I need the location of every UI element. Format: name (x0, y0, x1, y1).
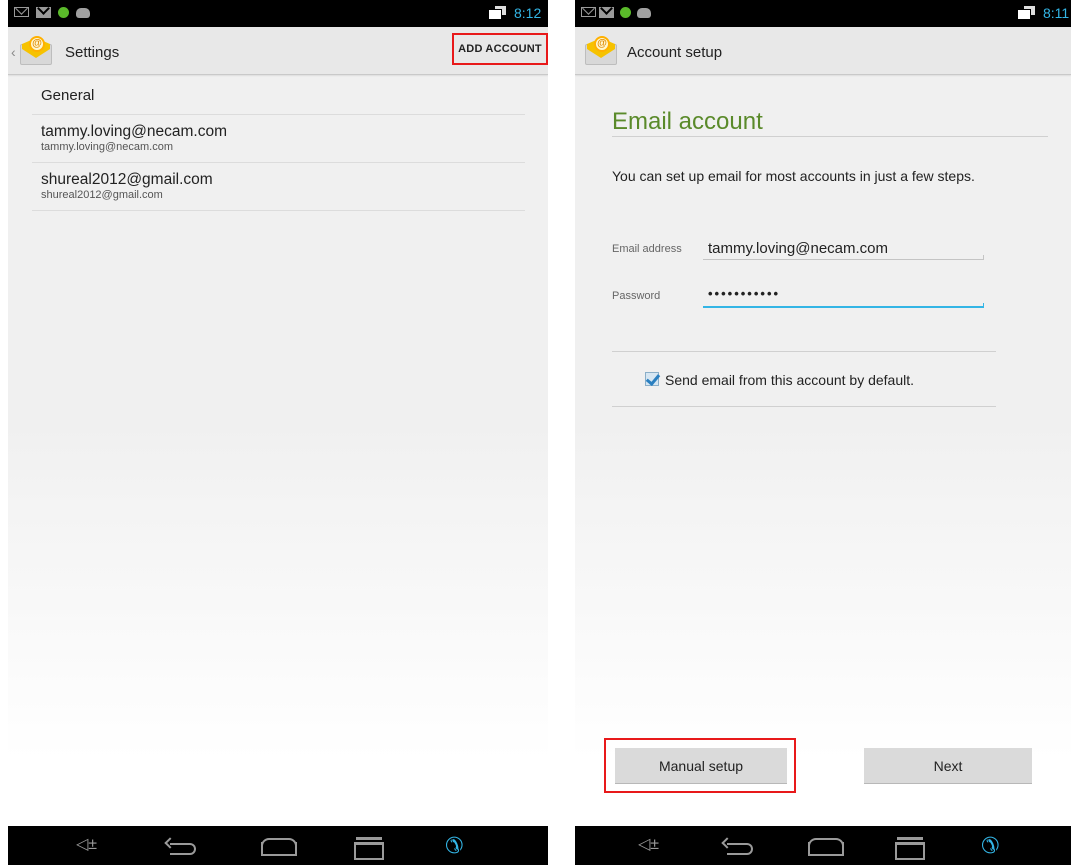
account-email: tammy.loving@necam.com (41, 141, 173, 153)
email-notification-icon (581, 7, 596, 17)
debug-notification-icon (637, 8, 651, 18)
status-bar: 8:11 (575, 0, 1071, 27)
up-navigation-icon[interactable]: ‹ (11, 44, 16, 60)
account-name: tammy.loving@necam.com (41, 123, 227, 140)
account-name: shureal2012@gmail.com (41, 171, 213, 188)
default-account-label[interactable]: Send email from this account by default. (665, 372, 914, 388)
phone-icon[interactable]: ✆ (981, 833, 999, 865)
back-icon[interactable] (723, 843, 755, 855)
status-time: 8:11 (1043, 5, 1070, 21)
highlight-box (604, 738, 796, 793)
recent-apps-icon[interactable] (895, 837, 925, 860)
divider (612, 406, 996, 407)
settings-screen: 8:12 ‹ @ Settings ADD ACCOUNT General ta… (8, 0, 548, 865)
home-icon[interactable] (261, 838, 297, 856)
hangouts-notification-icon (620, 7, 631, 18)
screen-mirror-icon (488, 6, 506, 20)
email-field[interactable] (703, 236, 983, 260)
phone-icon[interactable]: ✆ (445, 833, 463, 865)
password-field-underline (703, 303, 984, 308)
action-bar: @ Account setup (575, 27, 1071, 75)
screen-mirror-icon (1017, 6, 1035, 20)
add-account-button[interactable]: ADD ACCOUNT (452, 33, 548, 65)
volume-icon[interactable]: ◁± (638, 834, 659, 865)
status-time: 8:12 (514, 5, 542, 21)
account-setup-screen: 8:11 @ Account setup Email account You c… (575, 0, 1071, 865)
status-bar: 8:12 (8, 0, 548, 27)
gmail-notification-icon (36, 7, 51, 18)
volume-icon[interactable]: ◁± (76, 834, 97, 865)
heading-divider (612, 136, 1048, 137)
home-icon[interactable] (808, 838, 844, 856)
email-app-icon[interactable]: @ (583, 35, 619, 67)
list-item-label: General (41, 87, 95, 104)
intro-text: You can set up email for most accounts i… (612, 168, 975, 184)
page-title: Settings (65, 44, 120, 61)
email-app-icon[interactable]: @ (18, 35, 54, 67)
password-label: Password (612, 290, 661, 302)
page-title: Account setup (627, 44, 723, 61)
list-item-account[interactable]: tammy.loving@necam.com tammy.loving@neca… (32, 115, 525, 163)
email-field-underline (703, 255, 984, 260)
default-account-checkbox[interactable] (645, 372, 659, 386)
back-icon[interactable] (166, 843, 198, 855)
next-button[interactable]: Next (864, 748, 1032, 784)
setup-heading: Email account (612, 108, 763, 135)
gmail-notification-icon (599, 7, 614, 18)
email-label: Email address (612, 243, 682, 255)
recent-apps-icon[interactable] (354, 837, 384, 860)
email-notification-icon (14, 7, 29, 17)
navigation-bar: ◁± ✆ (575, 826, 1071, 865)
navigation-bar: ◁± ✆ (8, 826, 548, 865)
hangouts-notification-icon (58, 7, 69, 18)
list-item-account[interactable]: shureal2012@gmail.com shureal2012@gmail.… (32, 163, 525, 211)
settings-list: General tammy.loving@necam.com tammy.lov… (32, 75, 525, 211)
divider (612, 351, 996, 352)
list-item-general[interactable]: General (32, 75, 525, 115)
debug-notification-icon (76, 8, 90, 18)
account-email: shureal2012@gmail.com (41, 189, 163, 201)
